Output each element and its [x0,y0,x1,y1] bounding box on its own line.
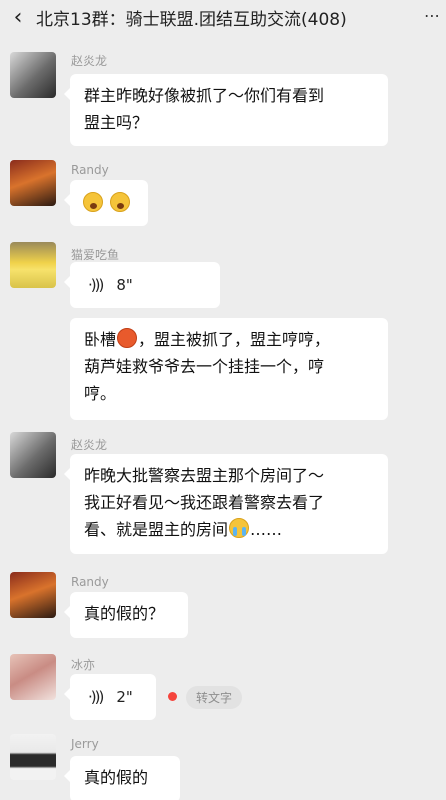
message-text: 盟主吗？ [84,113,149,132]
voice-duration: 2" [116,688,133,706]
shocked-emoji-icon [110,192,131,212]
sender-name: Randy [71,575,109,589]
chat-header: ‹ 北京13群：骑士联盟.团结互助交流(408) ⋯ [0,0,446,34]
shocked-emoji-icon [83,192,103,212]
message-bubble[interactable]: 卧槽 ，盟主被抓了，盟主哼哼， 葫芦娃救爷爷去一个挂挂一个，哼 哼。 [70,318,388,420]
message-text: 昨晚大批警察去盟主那个房间了～ [84,466,325,485]
sender-name: Jerry [71,737,99,751]
avatar[interactable] [10,654,56,700]
message-bubble[interactable]: 真的假的 [64,756,180,800]
unread-dot [168,692,177,701]
message-bubble[interactable]: 真的假的？ [64,592,188,638]
message-text: …… [250,520,283,539]
voice-message-bubble[interactable]: ·))) 8" [64,262,220,308]
avatar[interactable] [10,734,56,780]
message-text: 看、就是盟主的房间 [84,520,229,539]
avatar[interactable] [10,242,56,288]
voice-wave-icon: ·))) [88,276,104,294]
avatar[interactable] [10,52,56,98]
sender-name: 猫爱吃鱼 [71,248,120,262]
sender-name: 冰亦 [71,658,96,672]
avatar[interactable] [10,160,56,206]
voice-message-bubble[interactable]: ·))) 2" [64,674,156,720]
message-text: 我正好看见～我还跟着警察去看了 [84,493,325,512]
more-icon[interactable]: ⋯ [424,6,440,25]
message-text: 哼。 [84,384,117,403]
avatar[interactable] [10,572,56,618]
message-bubble[interactable] [64,180,148,226]
chevron-left-icon[interactable]: ‹ [0,0,36,34]
sender-name: 赵炎龙 [71,438,108,452]
message-bubble[interactable]: 群主昨晚好像被抓了～你们有看到 盟主吗？ [64,74,388,146]
angry-emoji-icon [117,328,138,348]
message-bubble[interactable]: 昨晚大批警察去盟主那个房间了～ 我正好看见～我还跟着警察去看了 看、就是盟主的房… [64,454,388,554]
avatar[interactable] [10,432,56,478]
voice-wave-icon: ·))) [88,688,104,706]
message-text: 真的假的？ [84,604,165,623]
message-text: 葫芦娃救爷爷去一个挂挂一个，哼 [84,357,325,376]
convert-to-text-button[interactable]: 转文字 [186,686,243,709]
message-text: 真的假的 [84,768,149,787]
sender-name: Randy [71,163,109,177]
sender-name: 赵炎龙 [71,54,108,68]
crying-emoji-icon [229,518,250,538]
chat-title: 北京13群：骑士联盟.团结互助交流(408) [36,9,347,30]
voice-duration: 8" [116,276,133,294]
message-text: 卧槽 [84,330,117,349]
message-text: ，盟主被抓了，盟主哼哼， [138,330,331,349]
message-text: 群主昨晚好像被抓了～你们有看到 [84,86,325,105]
